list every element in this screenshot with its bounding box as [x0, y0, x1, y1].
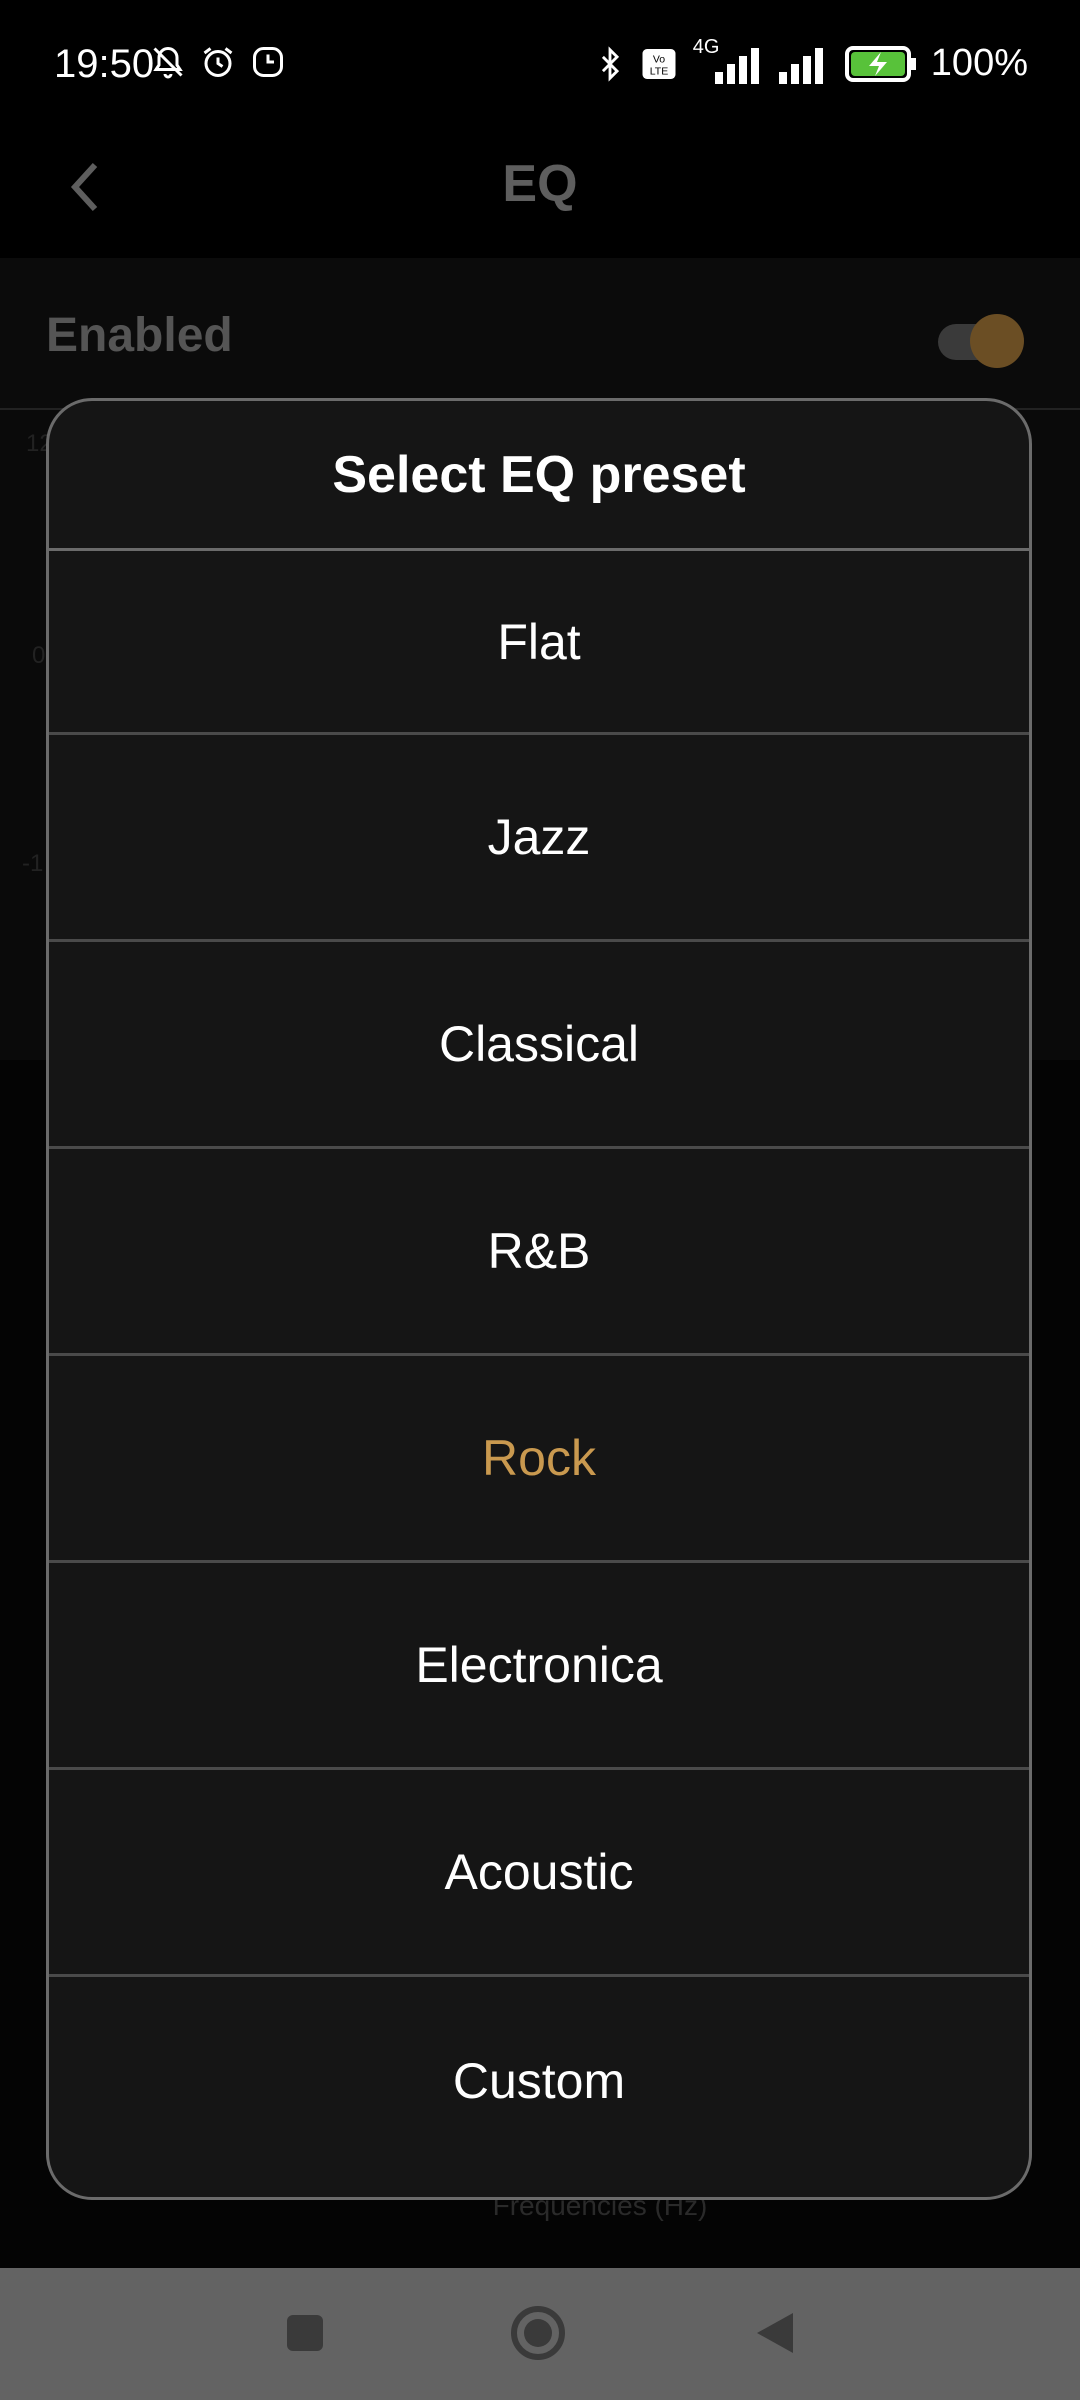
preset-option-classical[interactable]: Classical: [49, 942, 1029, 1149]
nav-back-button[interactable]: [740, 2298, 810, 2368]
app-header: EQ: [0, 130, 1080, 260]
dialog-title: Select EQ preset: [49, 401, 1029, 551]
svg-text:LTE: LTE: [650, 65, 668, 77]
page-title: EQ: [502, 155, 578, 213]
status-bar: 19:50 Vo LTE 4G 100%: [0, 0, 1080, 130]
home-button[interactable]: [503, 2298, 573, 2368]
back-icon: [757, 2313, 793, 2353]
eq-preset-dialog: Select EQ preset Flat Jazz Classical R&B…: [46, 398, 1032, 2200]
enabled-toggle[interactable]: [938, 314, 1024, 368]
preset-option-flat[interactable]: Flat: [49, 551, 1029, 735]
graph-label-bottom: -1: [22, 850, 44, 877]
timer-icon: [253, 47, 283, 77]
bell-off-icon: [153, 46, 183, 79]
enabled-label: Enabled: [46, 309, 233, 362]
enabled-row: Enabled: [0, 258, 1080, 410]
preset-option-electronica[interactable]: Electronica: [49, 1563, 1029, 1770]
recent-apps-button[interactable]: [270, 2298, 340, 2368]
recent-apps-icon: [287, 2315, 323, 2351]
svg-text:Vo: Vo: [653, 53, 665, 65]
preset-option-rock[interactable]: Rock: [49, 1356, 1029, 1563]
preset-option-acoustic[interactable]: Acoustic: [49, 1770, 1029, 1977]
status-left-icons: [150, 44, 286, 80]
graph-label-mid: 0: [32, 642, 46, 669]
volte-icon: VoLTE: [642, 48, 676, 79]
system-nav-bar: [0, 2268, 1080, 2400]
toggle-knob: [970, 314, 1024, 368]
battery-charging-icon: [844, 45, 916, 82]
signal-icon-2: [778, 47, 823, 84]
bluetooth-icon: [601, 45, 619, 82]
preset-option-rnb[interactable]: R&B: [49, 1149, 1029, 1356]
preset-option-jazz[interactable]: Jazz: [49, 735, 1029, 942]
preset-option-custom[interactable]: Custom: [49, 1977, 1029, 2184]
status-right-icons: Vo LTE 4G 100%: [593, 36, 1028, 85]
status-time: 19:50: [54, 42, 155, 86]
signal-icon: 4G: [691, 36, 761, 84]
alarm-icon: [203, 47, 233, 77]
home-icon: [511, 2306, 565, 2360]
battery-percentage: 100%: [930, 42, 1028, 84]
